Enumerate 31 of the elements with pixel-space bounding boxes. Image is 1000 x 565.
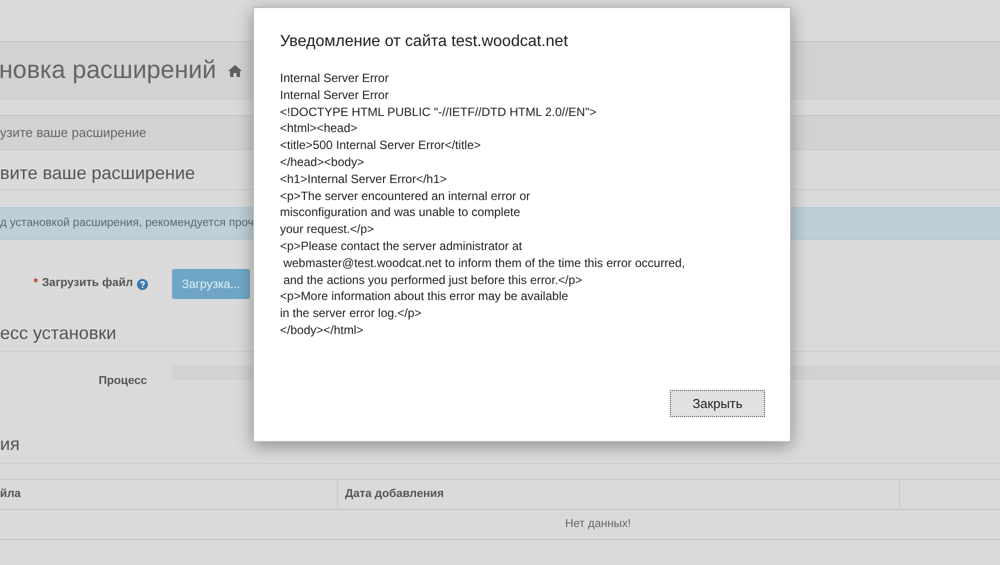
message-line: <p>The server encountered an internal error or <box>280 188 532 204</box>
section-heading: ия <box>0 433 20 456</box>
message-line: </body></html> <box>280 322 364 339</box>
message-line: <p>Please contact the server administrator at <box>280 238 524 255</box>
message-line: </head><body> <box>280 154 366 171</box>
close-button[interactable]: Закрыть <box>670 390 765 417</box>
required-mark: * <box>33 276 38 292</box>
message-line: misconfiguration and was unable to complete <box>280 204 522 222</box>
section-heading: есс установки <box>0 322 116 345</box>
message-line: <!DOCTYPE HTML PUBLIC "-//IETF//DTD HTML 2.0//EN"> <box>280 104 598 120</box>
message-line: Internal Server Error <box>280 70 390 87</box>
message-line: Internal Server Error <box>280 86 390 104</box>
help-icon <box>137 278 148 290</box>
section-heading: вите ваше расширение <box>0 162 196 185</box>
column-header: йла <box>0 486 21 502</box>
message-line: <p>More information about this error may be available <box>280 288 570 306</box>
message-line: your request.</p> <box>280 221 376 238</box>
empty-table-text: Нет данных! <box>565 516 631 532</box>
page-title: новка расширений <box>0 58 216 83</box>
column-header: Дата добавления <box>345 486 444 502</box>
field-label: Загрузить файл <box>42 276 133 292</box>
home-icon <box>228 64 242 76</box>
breadcrumb-text: узите ваше расширение <box>0 124 146 142</box>
message-line: <title>500 Internal Server Error</title> <box>280 137 482 154</box>
message-line: <html><head> <box>280 120 358 138</box>
message-line: <h1>Internal Server Error</h1> <box>280 170 448 188</box>
dialog-title: Уведомление от сайта test.woodcat.net <box>280 32 569 52</box>
message-line: webmaster@test.woodcat.net to inform them of the time this error occurred, <box>282 254 686 272</box>
progress-label: Процесс <box>98 374 148 390</box>
message-line: and the actions you performed just before this error.</p> <box>282 272 584 288</box>
message-line: in the server error log.</p> <box>280 305 422 322</box>
